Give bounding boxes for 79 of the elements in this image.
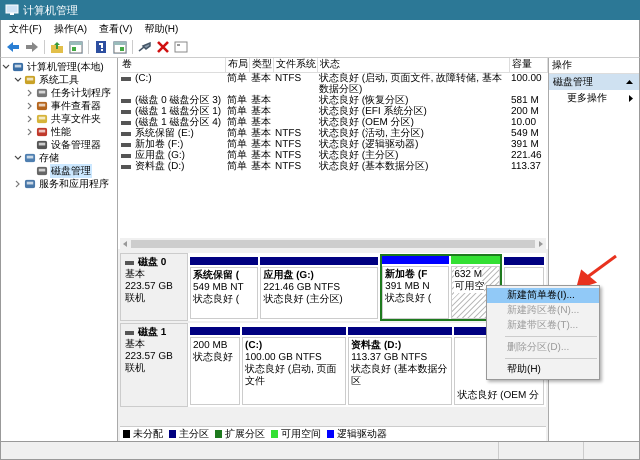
table-cell-text: 基本 (250, 95, 272, 106)
table-cell-text: 200 M (510, 106, 540, 117)
table-cell-text: 简单 (226, 117, 248, 128)
table-cell-text: (C:) (134, 73, 153, 84)
table-cell-text: 状态良好 (OEM 分区) (318, 117, 415, 128)
legend-label: 逻辑驱动器 (337, 428, 387, 441)
disk-type: 基本 (125, 339, 146, 351)
table-cell-text: 状态良好 (启动, 页面文件, 故障转储, 基本数据分区) (318, 73, 503, 95)
table-cell-text: 基本 (250, 117, 272, 128)
table-cell-text: (磁盘 1 磁盘分区 4) (134, 117, 222, 128)
table-cell-text: 基本 (250, 128, 272, 139)
table-cell-text: 221.46 (510, 150, 543, 161)
partition-text: 200 MB (193, 340, 228, 352)
table-cell-text: NTFS (274, 73, 302, 84)
partition-text: 系统保留 ( (193, 270, 240, 282)
table-cell-text: 549 M (510, 128, 540, 139)
partition-text: 状态良好 ( (193, 294, 240, 306)
partition-text: 新加卷 (F (385, 269, 428, 281)
table-cell-text: 新加卷 (F:) (134, 139, 184, 150)
table-cell-text: 基本 (250, 73, 272, 84)
partition-text: 549 MB NT (193, 282, 245, 294)
table-cell-text: 应用盘 (G:) (134, 150, 186, 161)
partition-text: 状态良好 (基本数据分区 (351, 364, 448, 388)
partition-text: 113.37 GB NTFS (351, 352, 428, 364)
table-cell-text: 581 M (510, 95, 540, 106)
partition-text: 221.46 GB NTFS (263, 282, 342, 294)
partition-text: 应用盘 (G:) (263, 270, 315, 282)
partition-text: 可用空 (454, 281, 484, 293)
table-cell-text: 简单 (226, 73, 248, 84)
table-cell-text: 简单 (226, 95, 248, 106)
table-cell-text: 简单 (226, 161, 248, 172)
table-cell-text: (磁盘 0 磁盘分区 3) (134, 95, 222, 106)
table-cell-text: 简单 (226, 139, 248, 150)
disk-status: 联机 (125, 363, 146, 375)
legend-label: 扩展分区 (225, 428, 265, 441)
table-cell-text: NTFS (274, 139, 302, 150)
table-cell-text: 简单 (226, 128, 248, 139)
partition-text: 391 MB N (385, 281, 431, 292)
table-cell-text: 状态良好 (活动, 主分区) (318, 128, 425, 139)
table-cell-text: 基本 (250, 139, 272, 150)
table-cell-text: 基本 (250, 150, 272, 161)
table-cell-text: 391 M (510, 139, 540, 150)
table-cell-text: NTFS (274, 161, 302, 172)
partition-text: 状态良好 ( (385, 293, 432, 305)
window-title: 计算机管理 (23, 4, 78, 18)
partition-text: 状态良好 (主分区) (263, 294, 344, 306)
table-cell-text: 资料盘 (D:) (134, 161, 186, 172)
partition-text: 100.00 GB NTFS (245, 352, 323, 364)
table-cell-text: 系统保留 (E:) (134, 128, 195, 139)
partition-text: 632 M (454, 269, 482, 281)
table-cell-text: 基本 (250, 106, 272, 117)
disk-name: 磁盘 0 (138, 257, 166, 268)
disk-size: 223.57 GB (125, 281, 174, 292)
partition-text: 状态良好 (193, 352, 234, 364)
table-cell-text: 简单 (226, 150, 248, 161)
disk-type: 基本 (125, 269, 146, 281)
table-cell-text: 状态良好 (EFI 系统分区) (318, 106, 428, 117)
table-cell-text: 状态良好 (基本数据分区) (318, 161, 430, 172)
partition-text: 状态良好 (启动, 页面文件 (245, 364, 338, 388)
table-cell-text: 100.00 (510, 73, 543, 84)
legend-label: 可用空间 (281, 428, 321, 441)
disk-size: 223.57 GB (125, 351, 174, 362)
table-cell-text: 简单 (226, 106, 248, 117)
table-cell-text: 状态良好 (恢复分区) (318, 95, 410, 106)
disk-status: 联机 (125, 293, 146, 305)
table-cell-text: NTFS (274, 128, 302, 139)
table-cell-text: 状态良好 (逻辑驱动器) (318, 139, 420, 150)
partition-text: 状态良好 (OEM 分 (457, 390, 540, 402)
table-cell-text: 状态良好 (主分区) (318, 150, 400, 161)
table-cell-text: NTFS (274, 150, 302, 161)
table-cell-text: 113.37 (510, 161, 542, 172)
partition-text: 资料盘 (D:) (351, 340, 402, 352)
legend-label: 未分配 (133, 428, 163, 441)
partition-text: (C:) (245, 340, 264, 352)
table-cell-text: 10.00 (510, 117, 538, 128)
disk-name: 磁盘 1 (138, 327, 166, 338)
table-cell-text: 基本 (250, 161, 272, 172)
legend-label: 主分区 (179, 428, 209, 441)
table-cell-text: (磁盘 1 磁盘分区 1) (134, 106, 222, 117)
